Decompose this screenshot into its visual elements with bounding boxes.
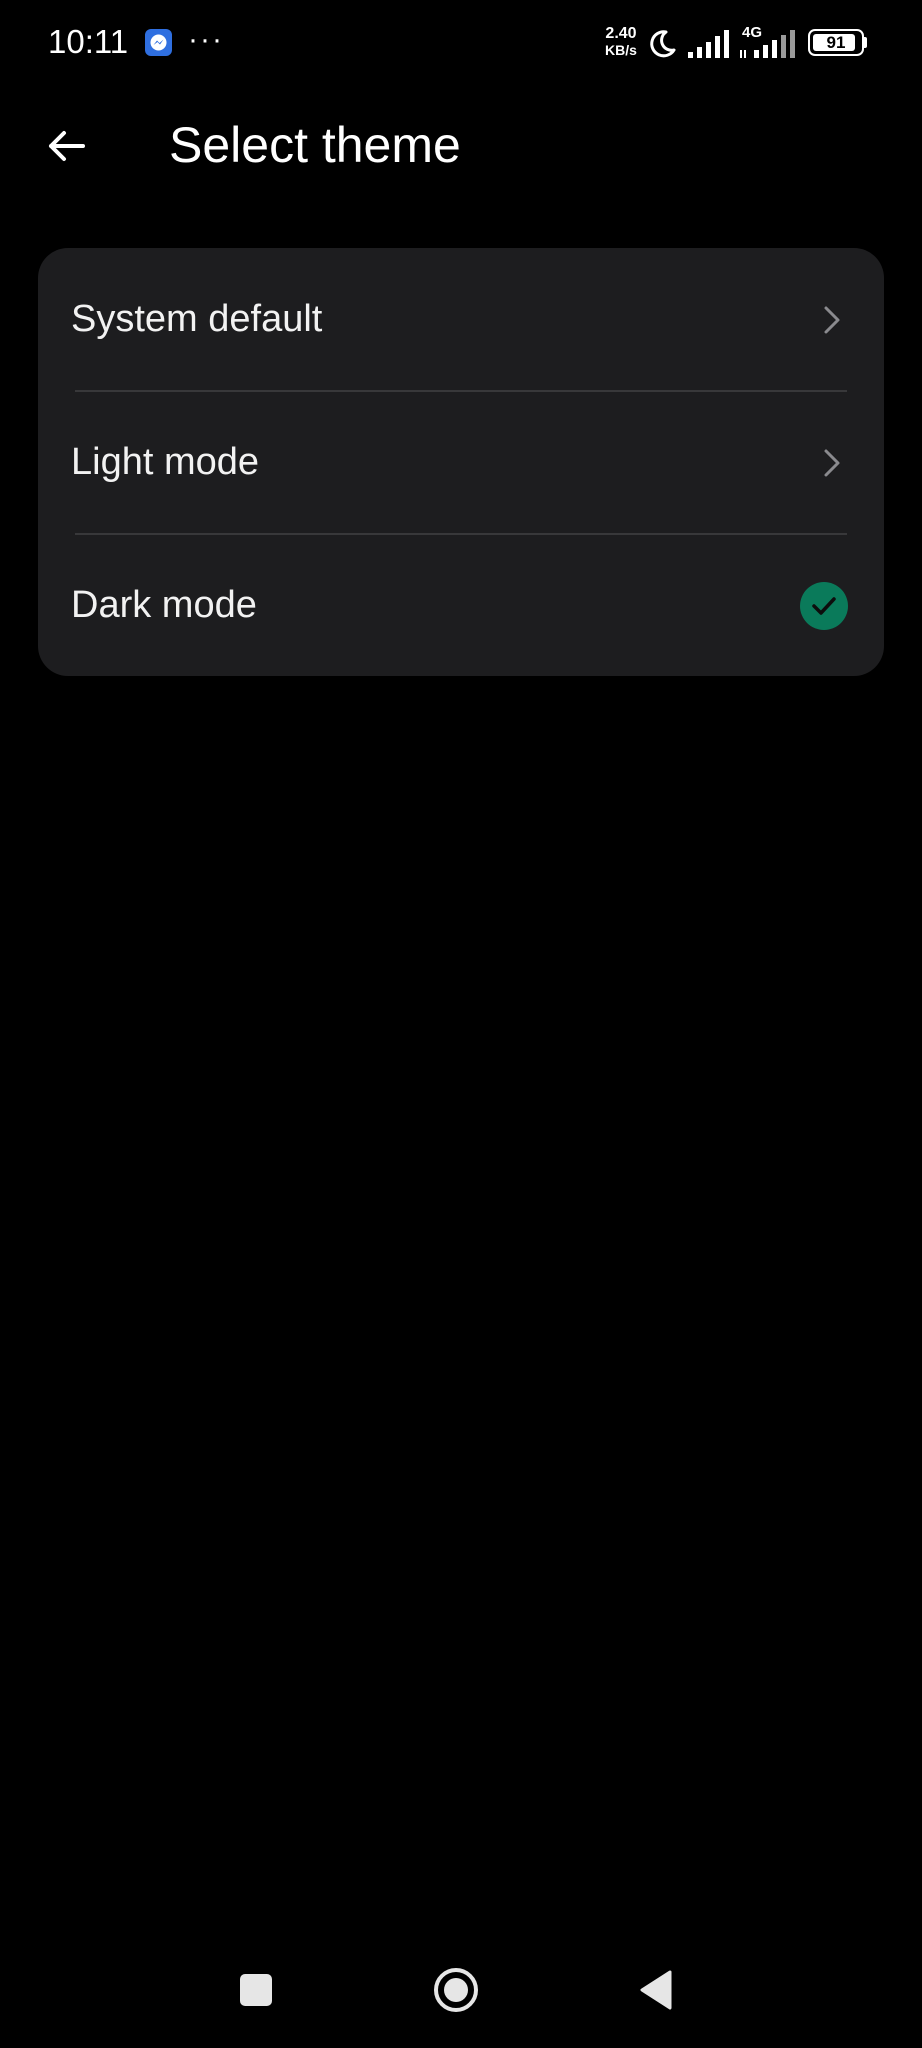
arrow-left-icon [49,131,85,161]
check-icon [812,597,836,615]
option-light-mode[interactable]: Light mode [38,391,884,534]
battery-icon: 91 [808,29,868,56]
nav-back-button[interactable] [616,1940,696,2040]
moon-icon [650,30,676,58]
back-button[interactable] [38,118,94,174]
recents-icon [240,1974,272,2006]
option-dark-mode[interactable]: Dark mode [38,534,884,677]
battery-level: 91 [826,33,846,52]
page-title: Select theme [169,117,461,173]
status-time: 10:11 [48,23,129,60]
back-icon [640,1970,672,2010]
option-label: System default [71,298,323,340]
system-nav-bar [0,1940,922,2040]
chevron-right-icon [824,449,840,477]
selected-badge [800,582,848,630]
signal-icon [740,30,795,58]
network-speed-unit: KB/s [605,42,637,58]
home-icon [434,1968,478,2012]
recents-button[interactable] [216,1940,296,2040]
home-button[interactable] [416,1940,496,2040]
option-system-default[interactable]: System default [38,248,884,391]
status-bar: 10:11 ··· 2.40 KB/s 4G 91 [0,0,922,90]
network-speed-value: 2.40 [605,25,637,42]
app-header: Select theme [0,100,922,190]
network-speed: 2.40 KB/s [600,25,642,59]
chevron-right-icon [824,306,840,334]
theme-options-card: System default Light mode Dark mode [38,248,884,676]
messenger-icon [145,29,172,56]
option-label: Light mode [71,441,260,483]
overflow-indicator: ··· [188,23,224,56]
signal-icon [688,30,729,58]
option-label: Dark mode [71,584,257,626]
